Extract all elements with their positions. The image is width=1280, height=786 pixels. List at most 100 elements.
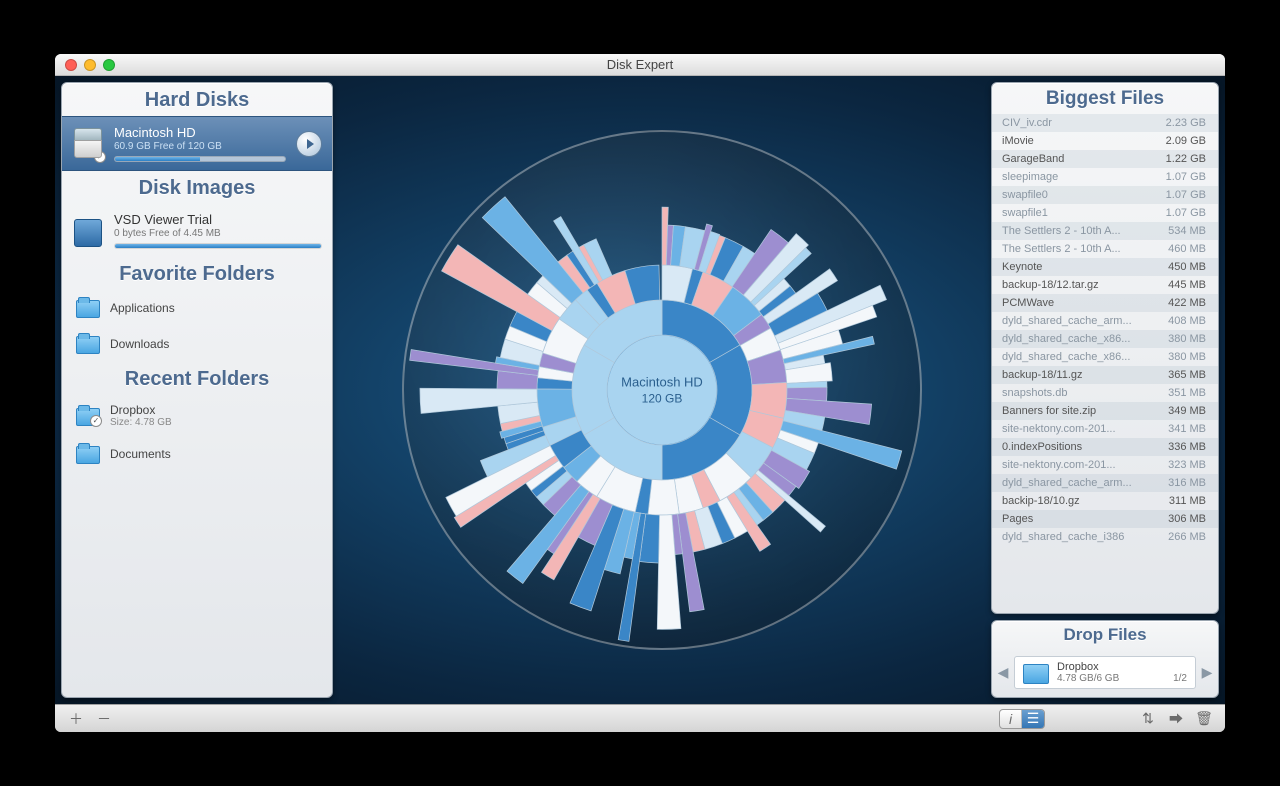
file-row[interactable]: Pages 306 MB (992, 510, 1218, 528)
right-panels: Biggest Files CIV_iv.cdr 2.23 GBiMovie 2… (991, 82, 1219, 698)
file-row[interactable]: snapshots.db 351 MB (992, 384, 1218, 402)
sunburst-center-label: Macintosh HD 120 GB (621, 375, 703, 406)
file-row[interactable]: dyld_shared_cache_arm... 408 MB (992, 312, 1218, 330)
file-row[interactable]: backip-18/10.gz 311 MB (992, 492, 1218, 510)
file-row[interactable]: The Settlers 2 - 10th A... 534 MB (992, 222, 1218, 240)
center-disk-size: 120 GB (621, 392, 703, 406)
dropbox-folder-icon (1023, 662, 1049, 684)
biggest-files-header: Biggest Files (992, 83, 1218, 114)
file-size: 380 MB (1168, 351, 1206, 363)
file-row[interactable]: dyld_shared_cache_x86... 380 MB (992, 330, 1218, 348)
file-row[interactable]: backup-18/12.tar.gz 445 MB (992, 276, 1218, 294)
biggest-files-panel: Biggest Files CIV_iv.cdr 2.23 GBiMovie 2… (991, 82, 1219, 614)
file-row[interactable]: dyld_shared_cache_arm... 316 MB (992, 474, 1218, 492)
file-row[interactable]: Keynote 450 MB (992, 258, 1218, 276)
file-name: Banners for site.zip (1002, 405, 1160, 417)
file-name: dyld_shared_cache_arm... (1002, 477, 1160, 489)
drop-files-panel: Drop Files ◀ Dropbox 4.78 GB/6 GB 1/2 (991, 620, 1219, 698)
recent-folder-item[interactable]: Documents (62, 436, 332, 472)
file-size: 450 MB (1168, 261, 1206, 273)
file-row[interactable]: sleepimage 1.07 GB (992, 168, 1218, 186)
file-row[interactable]: swapfile1 1.07 GB (992, 204, 1218, 222)
titlebar: Disk Expert (55, 54, 1225, 76)
file-name: dyld_shared_cache_x86... (1002, 333, 1160, 345)
hard-disk-item[interactable]: ✓ Macintosh HD 60.9 GB Free of 120 GB (62, 116, 332, 171)
hard-disk-icon: ✓ (72, 126, 104, 162)
view-mode-toggle: i ☰ (999, 709, 1045, 729)
folder-icon: ✓ (76, 406, 100, 426)
file-name: backup-18/12.tar.gz (1002, 279, 1160, 291)
reveal-button[interactable]: ⮕ (1165, 710, 1187, 728)
file-size: 445 MB (1168, 279, 1206, 291)
file-row[interactable]: The Settlers 2 - 10th A... 460 MB (992, 240, 1218, 258)
list-view-button[interactable]: ☰ (1022, 710, 1044, 728)
file-name: sleepimage (1002, 171, 1158, 183)
biggest-files-list[interactable]: CIV_iv.cdr 2.23 GBiMovie 2.09 GBGarageBa… (992, 114, 1218, 613)
file-name: PCMWave (1002, 297, 1160, 309)
file-name: GarageBand (1002, 153, 1158, 165)
file-name: swapfile0 (1002, 189, 1158, 201)
file-row[interactable]: CIV_iv.cdr 2.23 GB (992, 114, 1218, 132)
file-size: 1.07 GB (1166, 171, 1206, 183)
remove-button[interactable]: － (93, 710, 115, 728)
file-size: 460 MB (1168, 243, 1206, 255)
window-title: Disk Expert (55, 57, 1225, 72)
file-name: Pages (1002, 513, 1160, 525)
trash-button[interactable]: 🗑 (1193, 710, 1215, 728)
file-size: 341 MB (1168, 423, 1206, 435)
file-row[interactable]: site-nektony.com-201... 341 MB (992, 420, 1218, 438)
disk-image-usage-bar (114, 243, 322, 249)
recent-folder-item[interactable]: ✓ Dropbox Size: 4.78 GB (62, 395, 332, 436)
file-name: swapfile1 (1002, 207, 1158, 219)
drop-item-name: Dropbox (1057, 661, 1187, 673)
sunburst-view[interactable]: Macintosh HD 120 GB (339, 82, 985, 698)
favorite-folder-item[interactable]: Downloads (62, 326, 332, 362)
file-size: 1.07 GB (1166, 189, 1206, 201)
file-row[interactable]: dyld_shared_cache_i386 266 MB (992, 528, 1218, 546)
file-size: 311 MB (1169, 495, 1206, 507)
file-row[interactable]: GarageBand 1.22 GB (992, 150, 1218, 168)
file-size: 408 MB (1168, 315, 1206, 327)
file-name: iMovie (1002, 135, 1158, 147)
file-name: snapshots.db (1002, 387, 1160, 399)
center-disk-name: Macintosh HD (621, 375, 703, 390)
favorite-folder-item[interactable]: Applications (62, 290, 332, 326)
file-row[interactable]: 0.indexPositions 336 MB (992, 438, 1218, 456)
file-row[interactable]: Banners for site.zip 349 MB (992, 402, 1218, 420)
disk-image-name: VSD Viewer Trial (114, 212, 322, 227)
drop-item[interactable]: Dropbox 4.78 GB/6 GB 1/2 (1014, 656, 1196, 689)
disk-image-item[interactable]: VSD Viewer Trial 0 bytes Free of 4.45 MB (62, 204, 332, 257)
file-name: dyld_shared_cache_arm... (1002, 315, 1160, 327)
add-button[interactable]: ＋ (65, 710, 87, 728)
recent-header: Recent Folders (62, 362, 332, 395)
file-size: 1.07 GB (1166, 207, 1206, 219)
file-row[interactable]: iMovie 2.09 GB (992, 132, 1218, 150)
file-size: 2.23 GB (1166, 117, 1206, 129)
file-row[interactable]: swapfile0 1.07 GB (992, 186, 1218, 204)
drop-next-button[interactable]: ▶ (1202, 666, 1212, 680)
file-row[interactable]: PCMWave 422 MB (992, 294, 1218, 312)
disk-image-icon (72, 213, 104, 249)
favorites-header: Favorite Folders (62, 257, 332, 290)
folder-icon (76, 334, 100, 354)
file-size: 1.22 GB (1166, 153, 1206, 165)
file-size: 534 MB (1168, 225, 1206, 237)
recent-label: Documents (110, 447, 171, 461)
file-row[interactable]: site-nektony.com-201... 323 MB (992, 456, 1218, 474)
file-name: backip-18/10.gz (1002, 495, 1161, 507)
file-size: 323 MB (1168, 459, 1206, 471)
file-name: The Settlers 2 - 10th A... (1002, 243, 1160, 255)
file-size: 349 MB (1168, 405, 1206, 417)
file-row[interactable]: backup-18/11.gz 365 MB (992, 366, 1218, 384)
scan-button[interactable] (296, 131, 322, 157)
drop-item-size: 4.78 GB/6 GB (1057, 673, 1119, 684)
info-view-button[interactable]: i (1000, 710, 1022, 728)
sort-button[interactable]: ⇅ (1137, 710, 1159, 728)
drop-prev-button[interactable]: ◀ (998, 666, 1008, 680)
file-name: site-nektony.com-201... (1002, 459, 1160, 471)
disk-name: Macintosh HD (114, 125, 286, 140)
hard-disks-header: Hard Disks (62, 83, 332, 116)
file-size: 2.09 GB (1166, 135, 1206, 147)
folder-icon (76, 298, 100, 318)
file-row[interactable]: dyld_shared_cache_x86... 380 MB (992, 348, 1218, 366)
